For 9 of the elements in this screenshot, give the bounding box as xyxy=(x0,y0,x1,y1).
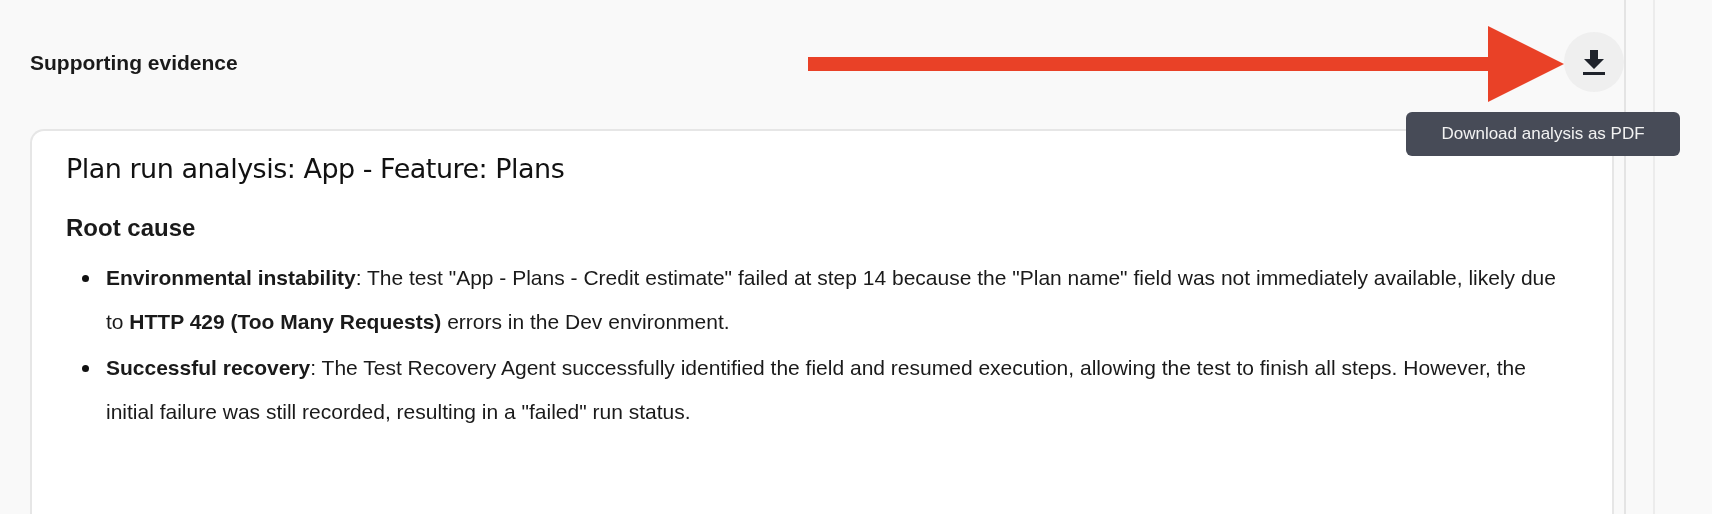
bullet-icon xyxy=(82,275,89,282)
card-title: Plan run analysis: App - Feature: Plans xyxy=(66,153,566,184)
bullet-icon xyxy=(82,365,89,372)
bullet-text: Environmental instability: The test "App - Plans - Credit estimate" failed at step 14 because the "Plan name" field was not immediately available, likely due to HTTP 429 (Too Many Requests) errors in the Dev environment. xyxy=(106,265,1557,335)
tooltip: Download analysis as PDF xyxy=(1406,112,1680,156)
bullet-text: Successful recovery: The Test Recovery Agent successfully identified the field and resumed execution, allowing the test to finish all steps. However, the initial failure was still recorded, resulting in a "failed" run status. xyxy=(106,355,1527,425)
section-title: Supporting evidence xyxy=(30,50,238,75)
download-icon xyxy=(1582,48,1606,75)
subheading: Root cause xyxy=(66,214,197,242)
